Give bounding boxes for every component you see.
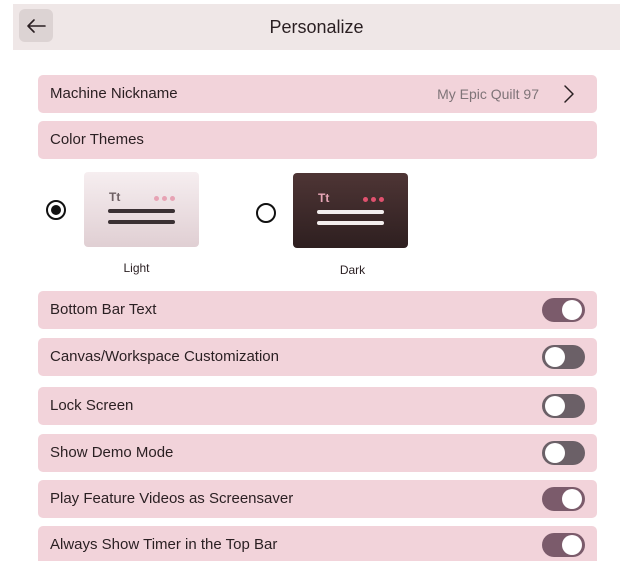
setting-row-lock-screen: Lock Screen [38,387,597,425]
theme-dark-bar [317,221,384,225]
setting-row-canvas-customization: Canvas/Workspace Customization [38,338,597,376]
setting-row-timer-top-bar: Always Show Timer in the Top Bar [38,526,597,561]
toggle-knob [562,535,582,555]
theme-dark-bar [317,210,384,214]
setting-label: Play Feature Videos as Screensaver [50,490,294,507]
color-themes-label: Color Themes [50,131,144,148]
toggle-switch[interactable] [542,394,585,418]
page-title: Personalize [269,17,364,37]
toggle-switch[interactable] [542,345,585,369]
theme-light-dots [154,196,175,201]
color-themes-row: Color Themes [38,121,597,159]
theme-dark-preview[interactable]: Tt [293,173,408,248]
setting-row-bottom-bar-text: Bottom Bar Text [38,291,597,329]
theme-light-preview[interactable]: Tt [84,172,199,247]
header-bar: Personalize [13,4,620,50]
theme-light-label: Light [123,261,150,275]
setting-label: Always Show Timer in the Top Bar [50,536,278,553]
theme-light-bar [108,209,175,213]
setting-label: Canvas/Workspace Customization [50,348,279,365]
theme-dark-radio[interactable] [256,203,276,223]
toggle-knob [562,489,582,509]
machine-nickname-label: Machine Nickname [50,85,178,102]
toggle-knob [545,347,565,367]
theme-light-bar [108,220,175,224]
toggle-knob [545,443,565,463]
chevron-right-icon [564,85,574,103]
machine-nickname-row[interactable]: Machine Nickname My Epic Quilt 97 [38,75,597,113]
theme-light-tt: Tt [109,190,121,204]
toggle-knob [562,300,582,320]
toggle-switch[interactable] [542,441,585,465]
theme-light-radio[interactable] [46,200,66,220]
radio-selected-dot [51,205,61,215]
setting-label: Show Demo Mode [50,444,174,461]
setting-row-feature-videos: Play Feature Videos as Screensaver [38,480,597,518]
toggle-switch[interactable] [542,298,585,322]
toggle-switch[interactable] [542,533,585,557]
toggle-switch[interactable] [542,487,585,511]
setting-label: Lock Screen [50,397,134,414]
setting-row-show-demo-mode: Show Demo Mode [38,434,597,472]
theme-dark-tt: Tt [318,191,330,205]
theme-dark-label: Dark [339,263,366,277]
toggle-knob [545,396,565,416]
theme-dark-dots [363,197,384,202]
machine-nickname-value: My Epic Quilt 97 [437,86,539,102]
setting-label: Bottom Bar Text [50,301,157,318]
